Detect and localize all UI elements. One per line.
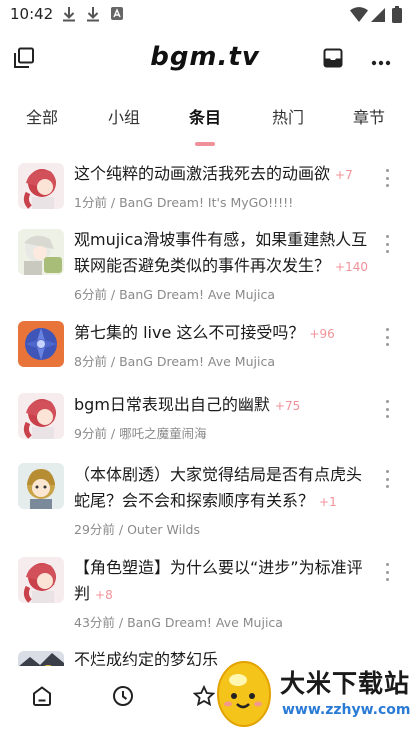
wifi-icon <box>350 7 368 26</box>
inbox-icon <box>323 48 343 72</box>
subject-avatar <box>18 557 64 603</box>
reply-count: +75 <box>274 399 301 413</box>
tab-episodes[interactable]: 章节 <box>353 104 385 128</box>
reply-count: +1 <box>319 495 337 509</box>
topic-title[interactable]: bgm日常表现出自己的幽默 +75 <box>74 392 374 419</box>
watermark-egg-logo <box>208 652 278 732</box>
reply-count: +8 <box>95 588 113 602</box>
topic-more-button[interactable] <box>380 398 394 420</box>
clock-icon <box>112 685 134 711</box>
topic-more-button[interactable] <box>380 561 394 583</box>
watermark: 大米下载站 www.zzhyw.com <box>200 650 410 730</box>
status-time: 10:42 <box>10 5 54 23</box>
topic-body: 第七集的 live 这么不可接受吗？ +96 8分前 / BanG Dream! … <box>74 320 374 370</box>
subject-avatar <box>18 393 64 439</box>
status-bar: 10:42 <box>0 0 410 30</box>
more-horizontal-icon <box>371 51 391 70</box>
topic-meta: 8分前 / BanG Dream! Ave Mujica <box>74 354 275 369</box>
subject-avatar <box>18 163 64 209</box>
watermark-url: www.zzhyw.com <box>282 702 410 718</box>
download-icon <box>62 6 76 26</box>
active-tab-indicator <box>195 142 215 146</box>
battery-icon <box>392 6 402 27</box>
topic-title-text: 观mujica滑坡事件有感，如果重建熱人互联网能否避免类似的事件再次发生？ <box>74 230 368 275</box>
topic-meta: 6分前 / BanG Dream! Ave Mujica <box>74 287 275 302</box>
topic-more-button[interactable] <box>380 167 394 189</box>
nav-home-button[interactable] <box>28 684 56 712</box>
app-notification-icon <box>110 6 124 26</box>
topic-more-button[interactable] <box>380 326 394 348</box>
topic-list: 这个纯粹的动画激活我死去的动画欲 +7 1分前 / BanG Dream! It'… <box>0 150 410 666</box>
topic-title[interactable]: （本体剧透）大家觉得结局是否有点虎头蛇尾？会不会和探索顺序有关系？ +1 <box>74 462 374 515</box>
topic-body: bgm日常表现出自己的幽默 +75 9分前 / 哪吒之魔童闹海 <box>74 392 374 442</box>
topic-meta: 1分前 / BanG Dream! It's MyGO!!!!! <box>74 195 294 210</box>
topic-title-text: 第七集的 live 这么不可接受吗？ <box>74 323 305 342</box>
topic-body: 这个纯粹的动画激活我死去的动画欲 +7 1分前 / BanG Dream! It'… <box>74 161 374 211</box>
topic-body: 【角色塑造】为什么要以“进步”为标准评判 +8 43分前 / BanG Dream… <box>74 555 374 631</box>
reply-count: +96 <box>309 327 335 341</box>
inbox-button[interactable] <box>320 47 346 73</box>
topic-title[interactable]: 第七集的 live 这么不可接受吗？ +96 <box>74 320 374 347</box>
tab-hot[interactable]: 热门 <box>272 104 304 128</box>
topic-title-text: 不烂成约定的梦幻乐 <box>74 650 219 666</box>
watermark-text: 大米下载站 <box>280 669 410 698</box>
topic-title[interactable]: 【角色塑造】为什么要以“进步”为标准评判 +8 <box>74 555 374 608</box>
more-menu-button[interactable] <box>368 47 394 73</box>
topic-body: 观mujica滑坡事件有感，如果重建熱人互联网能否避免类似的事件再次发生？ +14… <box>74 227 374 303</box>
subject-avatar <box>18 463 64 509</box>
topic-body: （本体剧透）大家觉得结局是否有点虎头蛇尾？会不会和探索顺序有关系？ +1 29分前… <box>74 462 374 538</box>
tab-all[interactable]: 全部 <box>26 104 58 128</box>
subject-avatar <box>18 229 64 275</box>
topic-title-text: bgm日常表现出自己的幽默 <box>74 395 270 414</box>
subject-avatar <box>18 651 64 666</box>
tab-subjects[interactable]: 条目 <box>189 104 221 128</box>
topic-meta: 29分前 / Outer Wilds <box>74 522 201 537</box>
tab-groups[interactable]: 小组 <box>108 104 140 128</box>
cellular-signal-icon <box>371 7 385 26</box>
app-title: bgm.tv <box>150 42 260 72</box>
app-header: bgm.tv <box>0 34 410 86</box>
topic-more-button[interactable] <box>380 468 394 490</box>
nav-timeline-button[interactable] <box>109 684 137 712</box>
topic-meta: 43分前 / BanG Dream! Ave Mujica <box>74 615 283 630</box>
topic-title[interactable]: 这个纯粹的动画激活我死去的动画欲 +7 <box>74 161 374 188</box>
topic-meta: 9分前 / 哪吒之魔童闹海 <box>74 426 207 441</box>
reply-count: +7 <box>335 168 353 182</box>
topic-title[interactable]: 观mujica滑坡事件有感，如果重建熱人互联网能否避免类似的事件再次发生？ +14… <box>74 227 374 280</box>
topic-title-text: 这个纯粹的动画激活我死去的动画欲 <box>74 164 331 183</box>
reply-count: +140 <box>335 260 368 274</box>
topic-title-text: 【角色塑造】为什么要以“进步”为标准评判 <box>74 558 363 603</box>
topic-more-button[interactable] <box>380 233 394 255</box>
subject-avatar <box>18 321 64 367</box>
download-icon <box>86 6 100 26</box>
home-icon <box>31 685 53 711</box>
